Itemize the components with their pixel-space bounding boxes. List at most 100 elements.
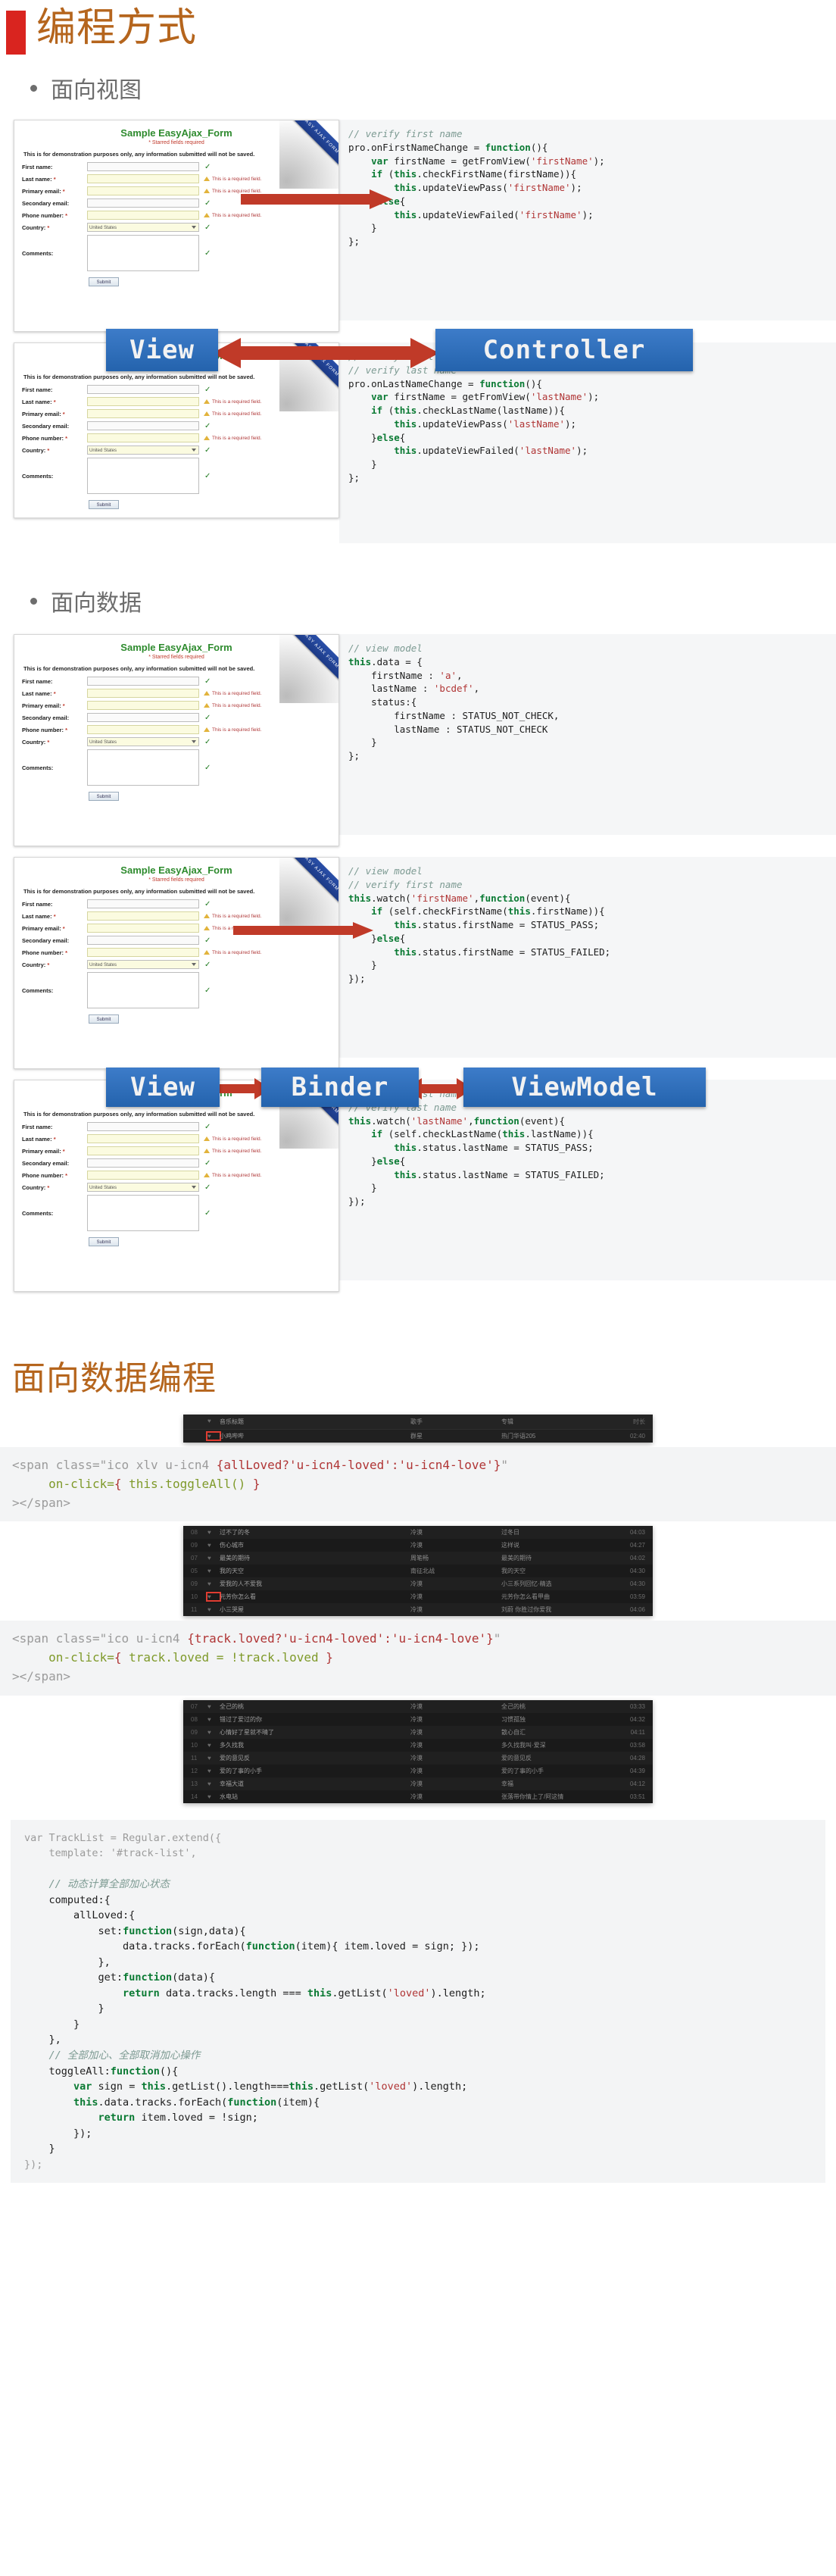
form-text-input[interactable]	[87, 174, 199, 183]
heart-icon[interactable]: ♥	[207, 1580, 220, 1587]
form-text-input[interactable]	[87, 409, 199, 418]
player-track-row[interactable]: 08 ♥ 过不了的冬 冷漠 过冬日 04:03	[183, 1526, 653, 1540]
form-field-label: Last name: *	[22, 1135, 56, 1143]
heart-icon[interactable]: ♥	[207, 1755, 220, 1762]
player-track-row[interactable]: 09 ♥ 伤心城市 冷漠 这样说 04:27	[183, 1539, 653, 1552]
form-text-input[interactable]	[87, 1134, 199, 1143]
form-text-input[interactable]	[87, 689, 199, 698]
player-track-row[interactable]: 08 ♥ 错过了爱过的你 冷漠 习惯孤独 04:32	[183, 1712, 653, 1726]
form-text-input[interactable]	[87, 677, 199, 686]
player-track-row[interactable]: 13 ♥ 幸福大道 冷漠 幸福 04:12	[183, 1777, 653, 1790]
track-title: 小鸡哔哔	[220, 1433, 244, 1440]
country-select[interactable]: United States	[87, 1183, 199, 1192]
col-album: 专辑	[501, 1418, 513, 1425]
form-text-input[interactable]	[87, 713, 199, 722]
comments-textarea[interactable]	[87, 749, 199, 786]
track-artist: 冷漠	[410, 1715, 423, 1723]
form-field-label: Primary email: *	[22, 187, 65, 195]
heart-icon[interactable]: ♥	[207, 1568, 220, 1574]
required-star: *	[47, 961, 50, 968]
player-track-row[interactable]: 07 ♥ 最美的期待 周笔畅 最美的期待 04:02	[183, 1552, 653, 1565]
form-text-input[interactable]	[87, 385, 199, 394]
submit-button[interactable]: Submit	[89, 1014, 119, 1024]
form-text-input[interactable]	[87, 1122, 199, 1131]
form-text-input[interactable]	[87, 397, 199, 406]
player-track-row[interactable]: 09 ♥ 心情好了星就不晴了 冷漠 散心自汇 04:11	[183, 1725, 653, 1739]
heart-icon[interactable]: ♥	[207, 1793, 220, 1800]
heart-icon[interactable]: ♥	[206, 1431, 221, 1441]
player-track-row[interactable]: 14 ♥ 水电站 冷漠 张落带你情上了/阿这情 03:51	[183, 1790, 653, 1803]
comments-textarea[interactable]	[87, 1195, 199, 1231]
country-select[interactable]: United States	[87, 737, 199, 746]
heart-icon[interactable]: ♥	[207, 1529, 220, 1536]
heart-icon[interactable]: ♥	[207, 1703, 220, 1710]
player-track-row[interactable]: 10 ♥ 元芳你怎么看 冷漠 元芳你怎么看甲曲 03:59	[183, 1590, 653, 1604]
player-track-row[interactable]: 12 ♥ 爱的了事的小手 冷漠 爱的了事的小手 04:39	[183, 1764, 653, 1777]
form-text-input[interactable]	[87, 899, 199, 908]
submit-button[interactable]: Submit	[89, 1237, 119, 1246]
submit-button[interactable]: Submit	[89, 500, 119, 509]
heart-icon[interactable]: ♥	[206, 1592, 221, 1602]
slide1-title-row: 编程方式	[0, 0, 836, 55]
form-field-row: Phone number: * This is a required field.	[22, 1171, 331, 1180]
heart-icon[interactable]: ♥	[207, 1729, 220, 1736]
player-track-row[interactable]: 09 ♥ 爱我的人不爱我 冷漠 小三系列回忆·精选 04:30	[183, 1577, 653, 1591]
heart-icon[interactable]: ♥	[207, 1780, 220, 1787]
player-table-3: 07 ♥ 全己的桃 冷漠 全己的桃 03:33 08 ♥ 错过了爱过的你 冷漠 习惯孤独 04:32 0…	[183, 1699, 653, 1803]
form-text-input[interactable]	[87, 1146, 199, 1155]
player-track-row[interactable]: 10 ♥ 多久找我 冷漠 多久找我叫·爱深 03:58	[183, 1738, 653, 1752]
submit-button[interactable]: Submit	[89, 277, 119, 286]
heart-icon[interactable]: ♥	[207, 1542, 220, 1549]
track-album: 散心自汇	[501, 1728, 526, 1736]
comments-textarea[interactable]	[87, 458, 199, 494]
form-text-input[interactable]	[87, 948, 199, 957]
track-album: 幸福	[501, 1780, 513, 1787]
validation-message: This is a required field.	[204, 1173, 261, 1178]
country-select[interactable]: United States	[87, 960, 199, 969]
form-text-input[interactable]	[87, 1171, 199, 1180]
form-text-input[interactable]	[87, 725, 199, 734]
form-text-input[interactable]	[87, 433, 199, 442]
heart-icon[interactable]: ♥	[207, 1768, 220, 1774]
player-track-row[interactable]: 11 ♥ 爱的意见反 冷漠 爱的意见反 04:28	[183, 1751, 653, 1765]
form-text-input[interactable]	[87, 199, 199, 208]
col-artist: 歌手	[410, 1418, 423, 1425]
submit-button[interactable]: Submit	[89, 792, 119, 801]
country-select[interactable]: United States	[87, 445, 199, 455]
validation-text: This is a required field.	[212, 702, 262, 708]
form-field-row: Comments: ✓	[22, 458, 331, 494]
form-field-label: Country: *	[22, 961, 50, 968]
heart-icon[interactable]: ♥	[207, 1716, 220, 1723]
player-track-row[interactable]: ♥ 小鸡哔哔 群星 热门华语205 02:40	[183, 1430, 653, 1443]
player-rows-3: 07 ♥ 全己的桃 冷漠 全己的桃 03:33 08 ♥ 错过了爱过的你 冷漠 习惯孤独 04:32 0…	[183, 1699, 653, 1803]
form-text-input[interactable]	[87, 211, 199, 220]
warning-icon	[204, 703, 210, 708]
form-text-input[interactable]	[87, 186, 199, 195]
comments-textarea[interactable]	[87, 235, 199, 271]
form-text-input[interactable]	[87, 911, 199, 921]
form-text-input[interactable]	[87, 924, 199, 933]
heart-icon[interactable]: ♥	[207, 1742, 220, 1749]
country-select[interactable]: United States	[87, 223, 199, 232]
form-text-input[interactable]	[87, 162, 199, 171]
form-field-label: First name:	[22, 163, 53, 170]
music-player-screenshot-3: 07 ♥ 全己的桃 冷漠 全己的桃 03:33 08 ♥ 错过了爱过的你 冷漠 习惯孤独 04:32 0…	[183, 1699, 653, 1803]
player-track-row[interactable]: 07 ♥ 全己的桃 冷漠 全己的桃 03:33	[183, 1699, 653, 1713]
player-track-row[interactable]: 11 ♥ 小三哭屋 冷漠 刘蔚 你胜过你爱我 04:06	[183, 1603, 653, 1617]
track-title: 爱的意见反	[220, 1754, 250, 1762]
form-text-input[interactable]	[87, 936, 199, 945]
required-star: *	[65, 949, 68, 956]
track-index: 09	[191, 1728, 198, 1736]
player-track-row[interactable]: 05 ♥ 我的天空 南征北战 我的天空 04:30	[183, 1565, 653, 1578]
form-text-input[interactable]	[87, 421, 199, 430]
track-index: 13	[191, 1780, 198, 1787]
required-star: *	[53, 912, 56, 920]
track-artist: 冷漠	[410, 1728, 423, 1736]
heart-icon[interactable]: ♥	[207, 1555, 220, 1562]
comments-textarea[interactable]	[87, 972, 199, 1008]
heart-icon[interactable]: ♥	[207, 1606, 220, 1613]
arrow-bidirectional-mvc	[212, 336, 439, 370]
validation-text: This is a required field.	[212, 411, 262, 417]
form-text-input[interactable]	[87, 701, 199, 710]
form-text-input[interactable]	[87, 1158, 199, 1168]
